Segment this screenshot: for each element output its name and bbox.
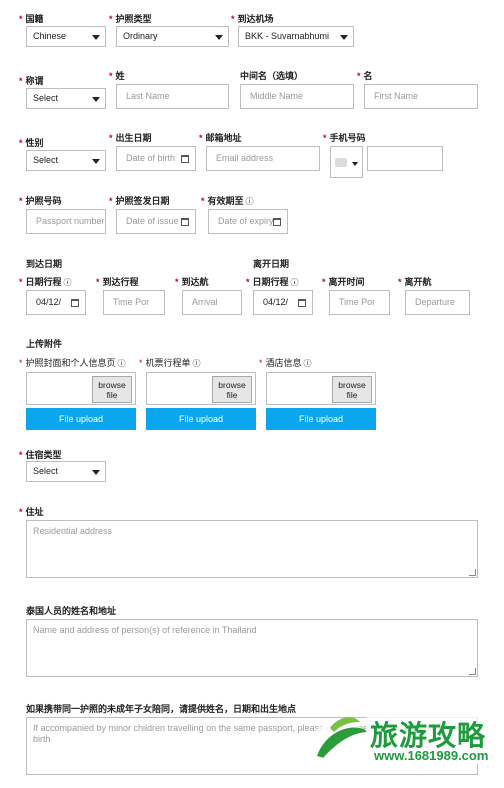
info-icon[interactable]: ⓘ	[246, 196, 254, 207]
dob-input[interactable]: Date of birth	[116, 146, 196, 171]
watermark-url: www.1681989.com	[374, 748, 489, 763]
chevron-down-icon	[92, 159, 100, 164]
arrival-time-input[interactable]: Time Por	[103, 290, 165, 315]
passport-number-label: * 护照号码	[19, 196, 62, 206]
departure-flight-input[interactable]: Departure	[405, 290, 470, 315]
resize-handle-icon[interactable]	[469, 569, 476, 576]
passport-number-input[interactable]: Passport number	[26, 209, 106, 234]
middle-name-input[interactable]: Middle Name	[240, 84, 354, 109]
calendar-icon[interactable]	[181, 218, 189, 226]
expiry-date-input[interactable]: Date of expiry	[208, 209, 288, 234]
passport-file-input[interactable]: browse file	[26, 372, 136, 405]
ticket-file-input[interactable]: browse file	[146, 372, 256, 405]
calendar-icon[interactable]	[181, 155, 189, 163]
passport-type-select[interactable]: Ordinary	[116, 26, 229, 47]
reference-textarea[interactable]: Name and address of person(s) of referen…	[26, 619, 478, 677]
upload-passport-label: * 护照封面和个人信息页 ⓘ	[19, 358, 126, 369]
upload-hotel-label: * 酒店信息 ⓘ	[259, 358, 312, 369]
info-icon[interactable]: ⓘ	[291, 277, 299, 288]
info-icon[interactable]: ⓘ	[64, 277, 72, 288]
calendar-icon[interactable]	[273, 218, 281, 226]
chevron-down-icon	[340, 35, 348, 40]
calendar-icon[interactable]	[71, 299, 79, 307]
info-icon[interactable]: ⓘ	[118, 358, 126, 369]
hotel-file-upload-button[interactable]: File upload	[266, 408, 376, 430]
expiry-date-label: * 有效期至 ⓘ	[201, 196, 254, 207]
nationality-label: * 国籍	[19, 14, 44, 24]
calendar-icon[interactable]	[298, 299, 306, 307]
address-label: * 住址	[19, 507, 44, 517]
departure-time-input[interactable]: Time Por	[329, 290, 390, 315]
issue-date-input[interactable]: Date of issue	[116, 209, 196, 234]
gender-label: * 性别	[19, 138, 44, 148]
departure-itinerary-label: * 日期行程 ⓘ	[246, 277, 299, 288]
flag-icon	[335, 158, 347, 167]
departure-heading: 离开日期	[253, 259, 290, 269]
arrival-time-label: * 到达行程	[96, 277, 139, 287]
email-label: * 邮箱地址	[199, 133, 242, 143]
surname-label: * 姓	[109, 71, 125, 81]
arrival-date-input[interactable]: 04/12/	[26, 290, 86, 315]
given-name-input[interactable]: First Name	[364, 84, 478, 109]
issue-date-label: * 护照签发日期	[109, 196, 170, 206]
minors-label: 如果携带同一护照的未成年子女陪同，请提供姓名，日期和出生地点	[26, 704, 297, 714]
title-select[interactable]: Select	[26, 88, 106, 109]
passport-type-label: * 护照类型	[109, 14, 152, 24]
chevron-down-icon	[352, 162, 358, 166]
arrival-flight-input[interactable]: Arrival	[182, 290, 242, 315]
arrival-airport-label: * 到达机场	[231, 14, 274, 24]
given-name-label: * 名	[357, 71, 373, 81]
middle-name-label: 中间名（选填）	[240, 71, 304, 81]
ticket-file-upload-button[interactable]: File upload	[146, 408, 256, 430]
surname-input[interactable]: Last Name	[116, 84, 229, 109]
accommodation-label: * 住宿类型	[19, 450, 62, 460]
country-code-select[interactable]	[330, 146, 363, 178]
hotel-file-input[interactable]: browse file	[266, 372, 376, 405]
passport-file-upload-button[interactable]: File upload	[26, 408, 136, 430]
title-label: * 称谓	[19, 76, 44, 86]
email-input[interactable]: Email address	[206, 146, 320, 171]
departure-date-input[interactable]: 04/12/	[253, 290, 313, 315]
nationality-select[interactable]: Chinese	[26, 26, 106, 47]
arrival-airport-select[interactable]: BKK - Suvarnabhumi	[238, 26, 354, 47]
uploads-heading: 上传附件	[26, 339, 63, 349]
upload-ticket-label: * 机票行程单 ⓘ	[139, 358, 201, 369]
watermark-logo: 旅游攻略 www.1681989.com	[302, 708, 502, 768]
chevron-down-icon	[92, 35, 100, 40]
arrival-flight-label: * 到达航	[175, 277, 209, 287]
browse-file-button[interactable]: browse file	[332, 376, 372, 403]
departure-time-label: * 离开时间	[322, 277, 365, 287]
departure-flight-label: * 离开航	[398, 277, 432, 287]
browse-file-button[interactable]: browse file	[92, 376, 132, 403]
info-icon[interactable]: ⓘ	[304, 358, 312, 369]
address-textarea[interactable]: Residential address	[26, 520, 478, 578]
chevron-down-icon	[215, 35, 223, 40]
resize-handle-icon[interactable]	[469, 668, 476, 675]
info-icon[interactable]: ⓘ	[193, 358, 201, 369]
phone-input[interactable]	[367, 146, 443, 171]
dob-label: * 出生日期	[109, 133, 152, 143]
chevron-down-icon	[92, 470, 100, 475]
phone-label: * 手机号码	[323, 133, 366, 143]
arrival-heading: 到达日期	[26, 259, 63, 269]
accommodation-select[interactable]: Select	[26, 461, 106, 482]
reference-label: 泰国人员的姓名和地址	[26, 606, 117, 616]
chevron-down-icon	[92, 97, 100, 102]
arrival-itinerary-label: * 日期行程 ⓘ	[19, 277, 72, 288]
gender-select[interactable]: Select	[26, 150, 106, 171]
browse-file-button[interactable]: browse file	[212, 376, 252, 403]
